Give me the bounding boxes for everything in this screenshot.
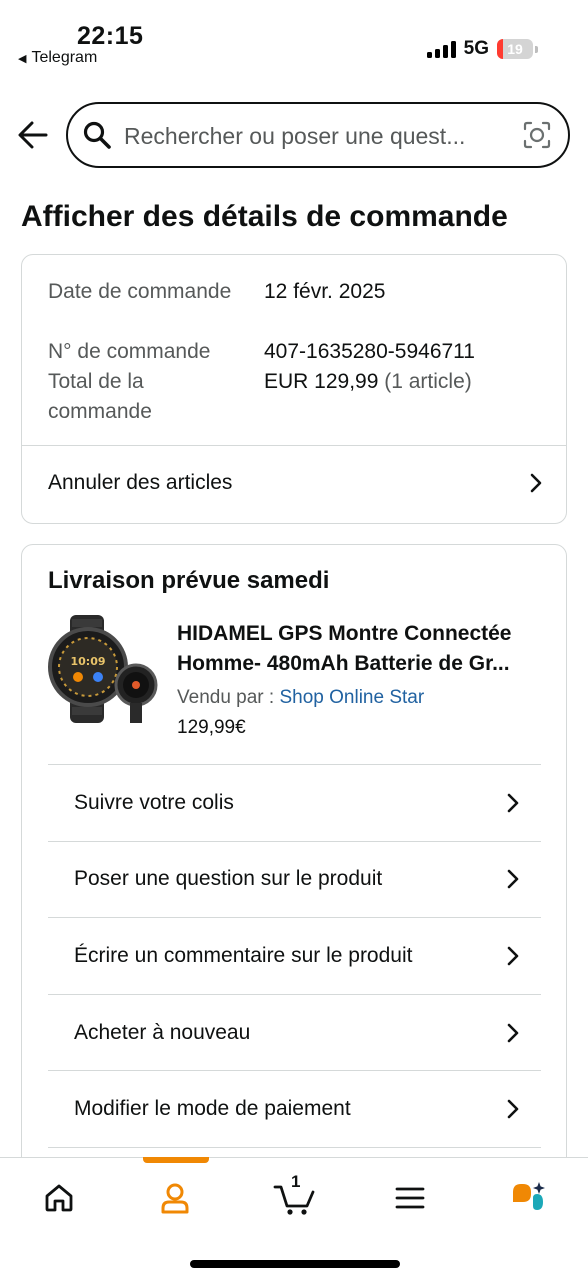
watch-face-time: 10:09 <box>70 655 105 668</box>
search-icon <box>83 121 111 149</box>
search-placeholder: Rechercher ou poser une quest... <box>124 123 466 149</box>
product-price: 129,99€ <box>177 717 246 738</box>
cellular-signal-icon <box>426 40 456 58</box>
product-title-link[interactable]: HIDAMEL GPS Montre Connectée Homme- 480m… <box>177 619 547 679</box>
track-package-link[interactable]: Suivre votre colis <box>48 764 541 841</box>
nav-account[interactable] <box>153 1176 197 1220</box>
order-info-card: Date de commande 12 févr. 2025 N° de com… <box>21 254 567 524</box>
chevron-right-icon <box>507 1023 519 1042</box>
account-icon <box>161 1183 189 1214</box>
seller-link[interactable]: Shop Online Star <box>279 687 424 708</box>
back-triangle-icon: ◀ <box>18 52 27 65</box>
chevron-right-icon <box>530 473 542 493</box>
menu-icon <box>395 1187 425 1209</box>
order-date-value: 12 févr. 2025 <box>264 280 386 303</box>
action-label: Modifier le mode de paiement <box>74 1097 351 1121</box>
bottom-nav: 1 <box>0 1157 588 1280</box>
product-title-line1: HIDAMEL GPS Montre Connectée <box>177 622 512 645</box>
sold-by: Vendu par : Shop Online Star <box>177 687 424 709</box>
chevron-right-icon <box>507 793 519 813</box>
home-indicator-bar <box>190 1260 400 1268</box>
nav-cart[interactable]: 1 <box>272 1172 318 1220</box>
search-row: Rechercher ou poser une quest... <box>0 100 588 170</box>
order-total-amount: EUR 129,99 <box>264 370 379 393</box>
back-arrow-icon[interactable] <box>16 118 50 152</box>
action-label: Poser une question sur le produit <box>74 867 383 891</box>
cart-count-badge: 1 <box>291 1172 301 1191</box>
chevron-right-icon <box>507 946 519 966</box>
order-total-value: EUR 129,99 (1 article) <box>264 367 472 397</box>
order-number-label: N° de commande <box>48 340 211 363</box>
order-total-label: Total de la commande <box>48 370 152 423</box>
status-indicators: 5G 19 <box>426 38 538 60</box>
write-review-link[interactable]: Écrire un commentaire sur le produit <box>48 917 541 994</box>
action-label: Suivre votre colis <box>74 790 234 814</box>
action-label: Acheter à nouveau <box>74 1020 251 1044</box>
battery-level: 19 <box>507 41 523 57</box>
search-input[interactable]: Rechercher ou poser une quest... <box>66 102 570 168</box>
delivery-card: Livraison prévue samedi 10:09 HIDAMEL GP… <box>21 544 567 1184</box>
action-label: Écrire un commentaire sur le produit <box>74 943 413 967</box>
status-bar: 22:15 ◀ Telegram 5G 19 <box>0 0 588 78</box>
nav-rufus[interactable] <box>507 1176 551 1220</box>
ask-product-question-link[interactable]: Poser une question sur le produit <box>48 840 541 918</box>
rufus-assistant-icon <box>513 1182 545 1210</box>
nav-menu[interactable] <box>388 1176 432 1220</box>
home-icon <box>45 1184 73 1212</box>
buy-again-link[interactable]: Acheter à nouveau <box>48 993 541 1071</box>
order-total-items: (1 article) <box>384 370 472 393</box>
active-tab-indicator <box>143 1157 209 1163</box>
delivery-title: Livraison prévue samedi <box>48 567 330 594</box>
cancel-items-link[interactable]: Annuler des articles <box>22 445 566 521</box>
page-title: Afficher des détails de commande <box>21 200 508 233</box>
camera-scan-icon[interactable] <box>522 120 552 150</box>
cancel-items-label: Annuler des articles <box>48 471 233 494</box>
network-type: 5G <box>463 38 489 59</box>
product-title-line2: Homme- 480mAh Batterie de Gr... <box>177 652 510 675</box>
sold-by-separator: : <box>263 687 280 708</box>
product-image[interactable]: 10:09 <box>46 615 158 723</box>
order-date-label: Date de commande <box>48 280 232 303</box>
delivery-actions: Suivre votre colis Poser une question su… <box>48 764 541 1224</box>
chevron-right-icon <box>507 870 519 889</box>
nav-home[interactable] <box>37 1176 81 1220</box>
back-to-app-link[interactable]: ◀ Telegram <box>18 49 97 67</box>
back-app-label: Telegram <box>31 49 98 66</box>
sold-by-label: Vendu par <box>177 687 264 708</box>
status-time: 22:15 <box>77 22 144 50</box>
battery-cap <box>535 45 538 53</box>
chevron-right-icon <box>507 1099 519 1119</box>
order-number-value: 407-1635280-5946711 <box>264 340 475 363</box>
battery-icon: 19 <box>497 39 533 59</box>
change-payment-method-link[interactable]: Modifier le mode de paiement <box>48 1070 541 1147</box>
